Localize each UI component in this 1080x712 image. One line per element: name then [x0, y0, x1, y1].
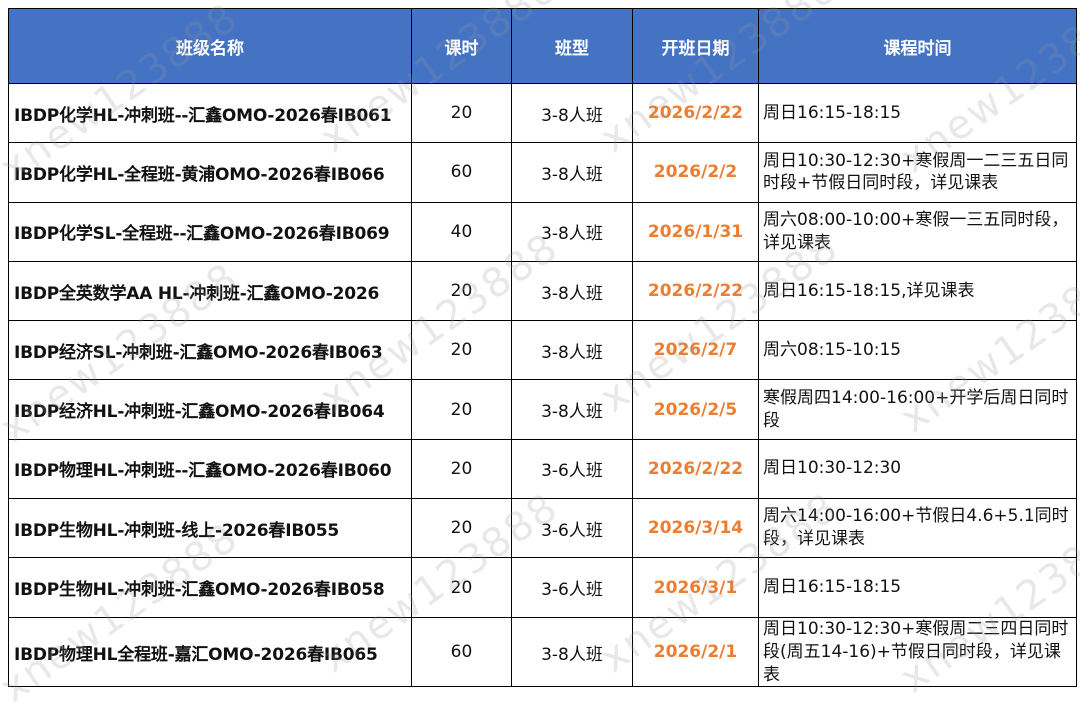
header-class-name: 班级名称: [8, 8, 412, 84]
class-name-cell: IBDP物理HL-冲刺班--汇鑫OMO-2026春IB060: [8, 438, 412, 500]
table-row: IBDP全英数学AA HL-冲刺班-汇鑫OMO-2026 20 3-8人班 20…: [8, 260, 1077, 322]
class-name-cell: IBDP化学SL-全程班--汇鑫OMO-2026春IB069: [8, 201, 412, 262]
course-time-cell: 周日10:30-12:30+寒假周二三四日同时段(周五14-16)+节假日同时段…: [758, 616, 1077, 688]
class-name-cell: IBDP化学HL-冲刺班--汇鑫OMO-2026春IB061: [8, 82, 412, 144]
class-name-cell: IBDP物理HL全程班-嘉汇OMO-2026春IB065: [8, 616, 412, 688]
class-schedule-table: 班级名称 课时 班型 开班日期 课程时间 IBDP化学HL-冲刺班--汇鑫OMO…: [8, 8, 1077, 688]
table-row: IBDP生物HL-冲刺班-线上-2026春IB055 20 3-6人班 2026…: [8, 498, 1077, 559]
start-date-cell: 2026/3/1: [632, 557, 759, 618]
class-type-cell: 3-8人班: [511, 320, 633, 381]
hours-cell: 60: [411, 142, 512, 203]
class-type-cell: 3-8人班: [511, 260, 633, 322]
table-row: IBDP经济HL-冲刺班-汇鑫OMO-2026春IB064 20 3-8人班 2…: [8, 379, 1077, 440]
class-name-cell: IBDP生物HL-冲刺班-线上-2026春IB055: [8, 498, 412, 559]
table-header-row: 班级名称 课时 班型 开班日期 课程时间: [8, 8, 1077, 84]
class-type-cell: 3-8人班: [511, 616, 633, 688]
header-start-date: 开班日期: [632, 8, 759, 84]
start-date-cell: 2026/2/22: [632, 260, 759, 322]
table-row: IBDP经济SL-冲刺班-汇鑫OMO-2026春IB063 20 3-8人班 2…: [8, 320, 1077, 381]
class-name-cell: IBDP生物HL-冲刺班-汇鑫OMO-2026春IB058: [8, 557, 412, 618]
table-row: IBDP化学SL-全程班--汇鑫OMO-2026春IB069 40 3-8人班 …: [8, 201, 1077, 262]
hours-cell: 20: [411, 82, 512, 144]
hours-cell: 20: [411, 438, 512, 500]
table-row: IBDP化学HL-冲刺班--汇鑫OMO-2026春IB061 20 3-8人班 …: [8, 82, 1077, 144]
start-date-cell: 2026/2/22: [632, 82, 759, 144]
class-type-cell: 3-8人班: [511, 201, 633, 262]
hours-cell: 20: [411, 557, 512, 618]
header-course-time: 课程时间: [758, 8, 1077, 84]
start-date-cell: 2026/2/2: [632, 142, 759, 203]
class-type-cell: 3-8人班: [511, 82, 633, 144]
table-row: IBDP生物HL-冲刺班-汇鑫OMO-2026春IB058 20 3-6人班 2…: [8, 557, 1077, 618]
class-type-cell: 3-8人班: [511, 142, 633, 203]
class-name-cell: IBDP经济HL-冲刺班-汇鑫OMO-2026春IB064: [8, 379, 412, 440]
class-type-cell: 3-6人班: [511, 557, 633, 618]
start-date-cell: 2026/2/5: [632, 379, 759, 440]
course-time-cell: 周日10:30-12:30: [758, 438, 1077, 500]
course-time-cell: 周六08:15-10:15: [758, 320, 1077, 381]
course-time-cell: 周日10:30-12:30+寒假周一二三五日同时段+节假日同时段，详见课表: [758, 142, 1077, 203]
class-type-cell: 3-6人班: [511, 498, 633, 559]
hours-cell: 60: [411, 616, 512, 688]
hours-cell: 20: [411, 498, 512, 559]
hours-cell: 20: [411, 260, 512, 322]
course-time-cell: 周日16:15-18:15: [758, 82, 1077, 144]
class-type-cell: 3-8人班: [511, 379, 633, 440]
table-row: IBDP化学HL-全程班-黄浦OMO-2026春IB066 60 3-8人班 2…: [8, 142, 1077, 203]
course-time-cell: 周六14:00-16:00+节假日4.6+5.1同时段，详见课表: [758, 498, 1077, 559]
header-hours: 课时: [411, 8, 512, 84]
class-name-cell: IBDP经济SL-冲刺班-汇鑫OMO-2026春IB063: [8, 320, 412, 381]
course-time-cell: 周六08:00-10:00+寒假一三五同时段，详见课表: [758, 201, 1077, 262]
start-date-cell: 2026/2/7: [632, 320, 759, 381]
course-time-cell: 周日16:15-18:15: [758, 557, 1077, 618]
hours-cell: 40: [411, 201, 512, 262]
start-date-cell: 2026/2/1: [632, 616, 759, 688]
class-type-cell: 3-6人班: [511, 438, 633, 500]
table-row: IBDP物理HL全程班-嘉汇OMO-2026春IB065 60 3-8人班 20…: [8, 616, 1077, 688]
table-row: IBDP物理HL-冲刺班--汇鑫OMO-2026春IB060 20 3-6人班 …: [8, 438, 1077, 500]
class-name-cell: IBDP全英数学AA HL-冲刺班-汇鑫OMO-2026: [8, 260, 412, 322]
class-name-cell: IBDP化学HL-全程班-黄浦OMO-2026春IB066: [8, 142, 412, 203]
course-time-cell: 周日16:15-18:15,详见课表: [758, 260, 1077, 322]
hours-cell: 20: [411, 379, 512, 440]
start-date-cell: 2026/3/14: [632, 498, 759, 559]
course-time-cell: 寒假周四14:00-16:00+开学后周日同时段: [758, 379, 1077, 440]
start-date-cell: 2026/1/31: [632, 201, 759, 262]
start-date-cell: 2026/2/22: [632, 438, 759, 500]
hours-cell: 20: [411, 320, 512, 381]
header-class-type: 班型: [511, 8, 633, 84]
